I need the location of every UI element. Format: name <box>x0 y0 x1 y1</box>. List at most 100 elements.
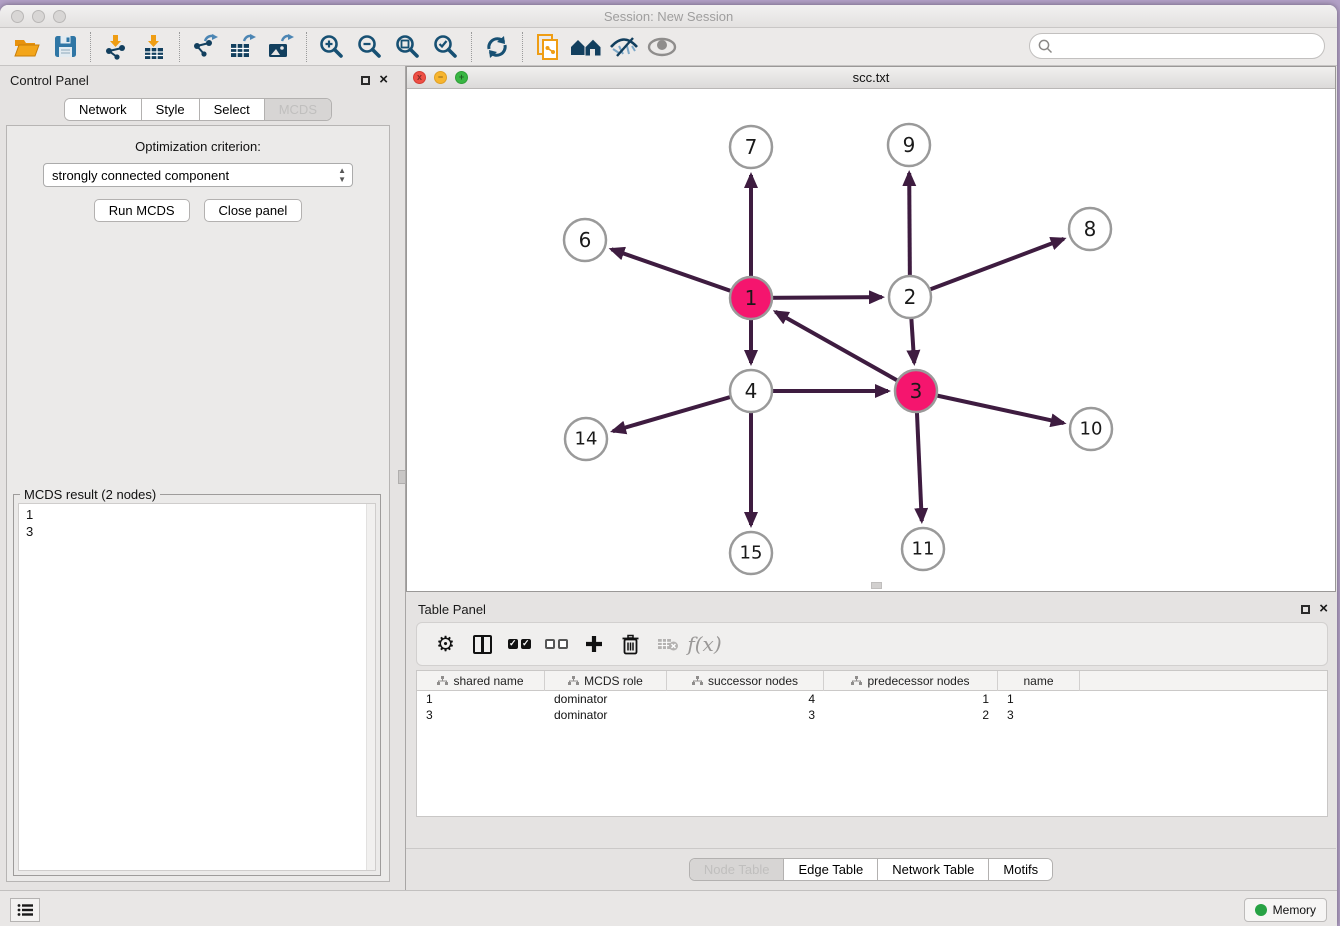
export-table-button[interactable] <box>224 31 262 63</box>
float-table-panel-icon[interactable] <box>1301 605 1310 614</box>
delete-columns-button[interactable] <box>612 626 649 662</box>
memory-button[interactable]: Memory <box>1244 898 1327 922</box>
graph-node-15[interactable]: 15 <box>730 532 772 574</box>
table-row[interactable]: 1dominator411 <box>417 691 1327 707</box>
network-maximize-button[interactable]: + <box>455 71 468 84</box>
delete-table-button[interactable] <box>649 626 686 662</box>
table-cell[interactable]: dominator <box>545 691 667 707</box>
tab-network[interactable]: Network <box>65 99 142 120</box>
graph-node-14[interactable]: 14 <box>565 418 607 460</box>
table-tab-node-table[interactable]: Node Table <box>690 859 785 880</box>
network-graph[interactable]: 1 2 3 4 6 7 8 9 10 11 14 15 <box>407 89 1335 591</box>
create-column-button[interactable] <box>575 626 612 662</box>
show-graphics-details-button[interactable] <box>643 31 681 63</box>
table-panel-header: Table Panel × <box>418 602 1328 620</box>
import-table-button[interactable] <box>135 31 173 63</box>
show-all-networks-button[interactable] <box>567 31 605 63</box>
control-panel: Control Panel × NetworkStyleSelectMCDS O… <box>0 66 396 890</box>
optimization-criterion-select[interactable]: strongly connected component ▲▼ <box>43 163 353 187</box>
graph-node-label: 8 <box>1084 217 1097 241</box>
tab-style[interactable]: Style <box>142 99 200 120</box>
table-options-button[interactable]: ⚙ <box>427 626 464 662</box>
tab-select[interactable]: Select <box>200 99 265 120</box>
graph-node-1[interactable]: 1 <box>730 277 772 319</box>
zoom-window-button[interactable] <box>53 10 66 23</box>
zoom-in-button[interactable] <box>313 31 351 63</box>
task-history-button[interactable] <box>10 898 40 922</box>
column-header-name[interactable]: name <box>998 671 1080 691</box>
column-header-predecessor-nodes[interactable]: predecessor nodes <box>824 671 998 691</box>
refresh-layout-button[interactable] <box>478 31 516 63</box>
graph-node-3[interactable]: 3 <box>895 370 937 412</box>
select-all-columns-button[interactable] <box>501 626 538 662</box>
close-panel-icon[interactable]: × <box>379 74 388 86</box>
splitter-grip[interactable] <box>398 470 406 484</box>
table-cell[interactable]: 2 <box>824 707 998 723</box>
import-table-icon <box>141 34 167 60</box>
open-session-button[interactable] <box>8 31 46 63</box>
zoom-selected-icon <box>433 34 459 60</box>
graph-node-2[interactable]: 2 <box>889 276 931 318</box>
canvas-resize-handle[interactable] <box>871 582 882 589</box>
table-cell[interactable]: 3 <box>667 707 824 723</box>
graph-edge-3-10[interactable] <box>916 391 1064 423</box>
zoom-fit-button[interactable] <box>389 31 427 63</box>
close-window-button[interactable] <box>11 10 24 23</box>
run-mcds-button[interactable]: Run MCDS <box>94 199 190 222</box>
table-cell[interactable]: 1 <box>998 691 1080 707</box>
close-table-panel-icon[interactable]: × <box>1319 603 1328 615</box>
function-builder-button[interactable]: f(x) <box>686 626 723 662</box>
panel-splitter[interactable] <box>396 66 406 890</box>
table-cell[interactable]: 4 <box>667 691 824 707</box>
network-close-button[interactable]: x <box>413 71 426 84</box>
import-network-icon <box>103 34 129 60</box>
column-panel-icon <box>473 635 492 654</box>
float-panel-icon[interactable] <box>361 76 370 85</box>
graph-node-9[interactable]: 9 <box>888 124 930 166</box>
export-network-button[interactable] <box>186 31 224 63</box>
table-cell[interactable]: 1 <box>417 691 545 707</box>
hide-graphics-details-button[interactable] <box>605 31 643 63</box>
table-cell[interactable]: 1 <box>824 691 998 707</box>
result-scrollbar[interactable] <box>366 504 375 870</box>
search-input[interactable] <box>1058 38 1324 55</box>
graph-edge-2-8[interactable] <box>910 239 1064 297</box>
column-header-successor-nodes[interactable]: successor nodes <box>667 671 824 691</box>
network-minimize-button[interactable]: − <box>434 71 447 84</box>
zoom-out-button[interactable] <box>351 31 389 63</box>
search-field[interactable] <box>1029 33 1325 59</box>
column-header-MCDS-role[interactable]: MCDS role <box>545 671 667 691</box>
graph-node-10[interactable]: 10 <box>1070 408 1112 450</box>
unselect-all-columns-button[interactable] <box>538 626 575 662</box>
column-header-shared-name[interactable]: shared name <box>417 671 545 691</box>
graph-edge-3-1[interactable] <box>775 312 916 391</box>
trash-icon <box>621 634 640 655</box>
toolbar-separator <box>90 32 91 62</box>
table-tab-motifs[interactable]: Motifs <box>989 859 1052 880</box>
clone-network-button[interactable] <box>529 31 567 63</box>
table-row[interactable]: 3dominator323 <box>417 707 1327 723</box>
node-table[interactable]: shared nameMCDS rolesuccessor nodesprede… <box>416 670 1328 817</box>
table-cell[interactable]: 3 <box>417 707 545 723</box>
save-session-button[interactable] <box>46 31 84 63</box>
mcds-result-textarea[interactable]: 13 <box>18 503 376 871</box>
import-network-button[interactable] <box>97 31 135 63</box>
graph-node-label: 9 <box>903 133 916 157</box>
graph-node-6[interactable]: 6 <box>564 219 606 261</box>
table-cell[interactable]: dominator <box>545 707 667 723</box>
graph-node-4[interactable]: 4 <box>730 370 772 412</box>
table-cell[interactable]: 3 <box>998 707 1080 723</box>
table-tab-edge-table[interactable]: Edge Table <box>784 859 878 880</box>
table-tab-network-table[interactable]: Network Table <box>878 859 989 880</box>
close-panel-button[interactable]: Close panel <box>204 199 303 222</box>
graph-node-11[interactable]: 11 <box>902 528 944 570</box>
zoom-selected-button[interactable] <box>427 31 465 63</box>
show-column-panel-button[interactable] <box>464 626 501 662</box>
network-canvas[interactable]: 1 2 3 4 6 7 8 9 10 11 14 15 <box>407 89 1335 591</box>
app-titlebar: Session: New Session <box>0 5 1337 28</box>
export-image-button[interactable] <box>262 31 300 63</box>
minimize-window-button[interactable] <box>32 10 45 23</box>
graph-node-7[interactable]: 7 <box>730 126 772 168</box>
graph-node-8[interactable]: 8 <box>1069 208 1111 250</box>
tab-mcds[interactable]: MCDS <box>265 99 331 120</box>
